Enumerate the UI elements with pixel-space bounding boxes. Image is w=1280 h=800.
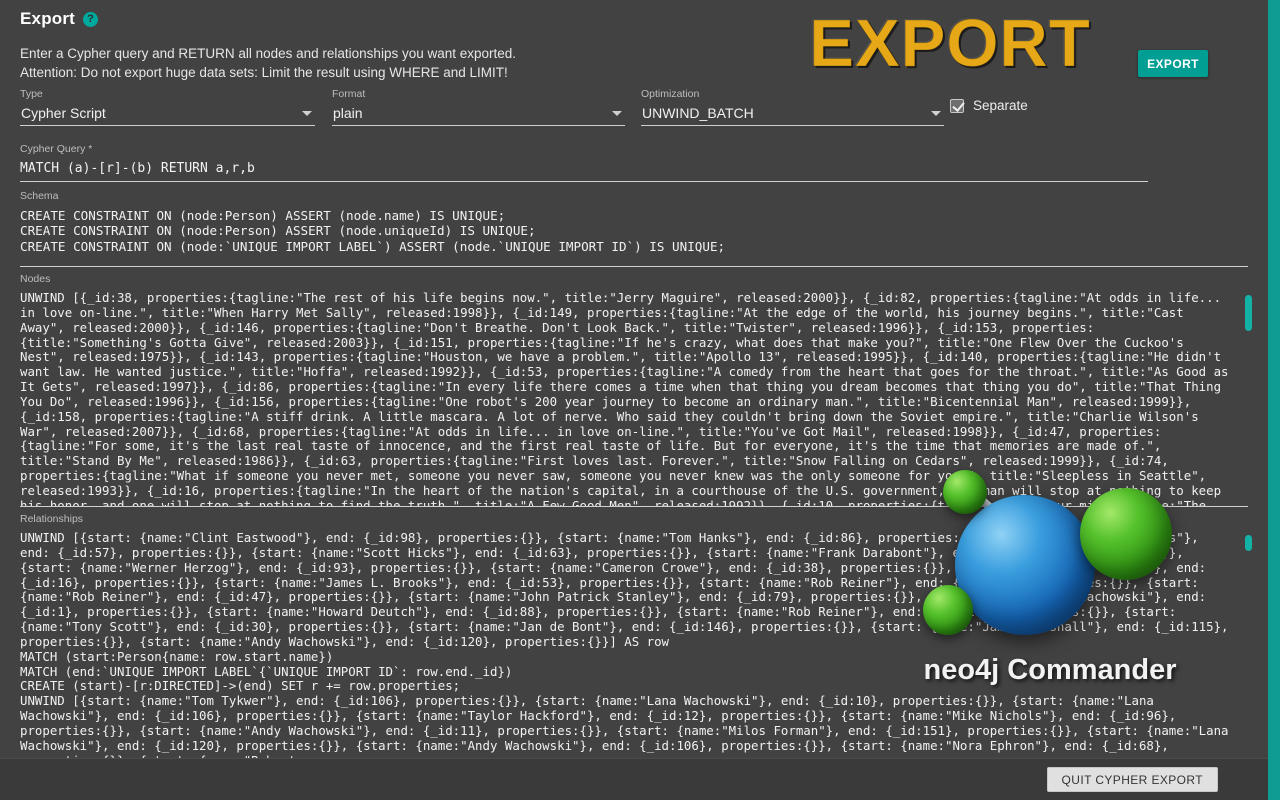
format-select[interactable]: Format plain: [332, 88, 625, 126]
relationships-output[interactable]: UNWIND [{start: {name:"Clint Eastwood"},…: [20, 525, 1230, 763]
schema-section: Schema CREATE CONSTRAINT ON (node:Person…: [20, 190, 1248, 268]
separate-checkbox[interactable]: Separate: [950, 98, 1028, 113]
export-options-row: Type Cypher Script Format plain Optimiza…: [20, 88, 1265, 134]
chevron-down-icon[interactable]: [612, 111, 622, 116]
nodes-section: Nodes UNWIND [{_id:38, properties:{tagli…: [20, 273, 1252, 507]
instructions: Enter a Cypher query and RETURN all node…: [20, 44, 920, 82]
page-scrollbar[interactable]: [1268, 0, 1280, 800]
relationships-label: Relationships: [20, 513, 84, 525]
optimization-value: UNWIND_BATCH: [642, 104, 754, 121]
quit-cypher-export-button[interactable]: QUIT CYPHER EXPORT: [1046, 767, 1218, 792]
footer-bar: QUIT CYPHER EXPORT: [0, 758, 1268, 800]
instructions-line-1: Enter a Cypher query and RETURN all node…: [20, 46, 517, 61]
instructions-line-2: Attention: Do not export huge data sets:…: [20, 65, 508, 80]
chevron-down-icon[interactable]: [931, 111, 941, 116]
format-label: Format: [332, 88, 366, 100]
cypher-query-section: Cypher Query * MATCH (a)-[r]-(b) RETURN …: [20, 143, 1148, 182]
format-value: plain: [333, 104, 363, 121]
relationships-scrollbar[interactable]: [1245, 535, 1252, 551]
question-mark-icon[interactable]: ?: [83, 11, 99, 27]
cypher-query-label: Cypher Query *: [20, 143, 93, 155]
type-label: Type: [20, 88, 43, 100]
divider: [20, 506, 1248, 507]
type-value: Cypher Script: [21, 104, 106, 121]
optimization-label: Optimization: [641, 88, 700, 100]
chevron-down-icon[interactable]: [302, 111, 312, 116]
nodes-output[interactable]: UNWIND [{_id:38, properties:{tagline:"Th…: [20, 285, 1230, 507]
nodes-label: Nodes: [20, 273, 51, 285]
schema-output[interactable]: CREATE CONSTRAINT ON (node:Person) ASSER…: [20, 202, 1248, 268]
page-header: Export ?: [20, 9, 99, 29]
optimization-select[interactable]: Optimization UNWIND_BATCH: [641, 88, 944, 126]
cypher-query-input[interactable]: MATCH (a)-[r]-(b) RETURN a,r,b: [20, 155, 1148, 182]
page-title: Export: [20, 9, 76, 28]
relationships-section: Relationships UNWIND [{start: {name:"Cli…: [20, 513, 1252, 763]
export-screen: Export ? Enter a Cypher query and RETURN…: [0, 0, 1280, 800]
type-select[interactable]: Type Cypher Script: [20, 88, 315, 126]
separate-label: Separate: [973, 98, 1028, 113]
nodes-scrollbar[interactable]: [1245, 295, 1252, 331]
schema-label: Schema: [20, 190, 59, 202]
export-button[interactable]: EXPORT: [1138, 50, 1208, 77]
checkmark-icon: [950, 98, 964, 113]
